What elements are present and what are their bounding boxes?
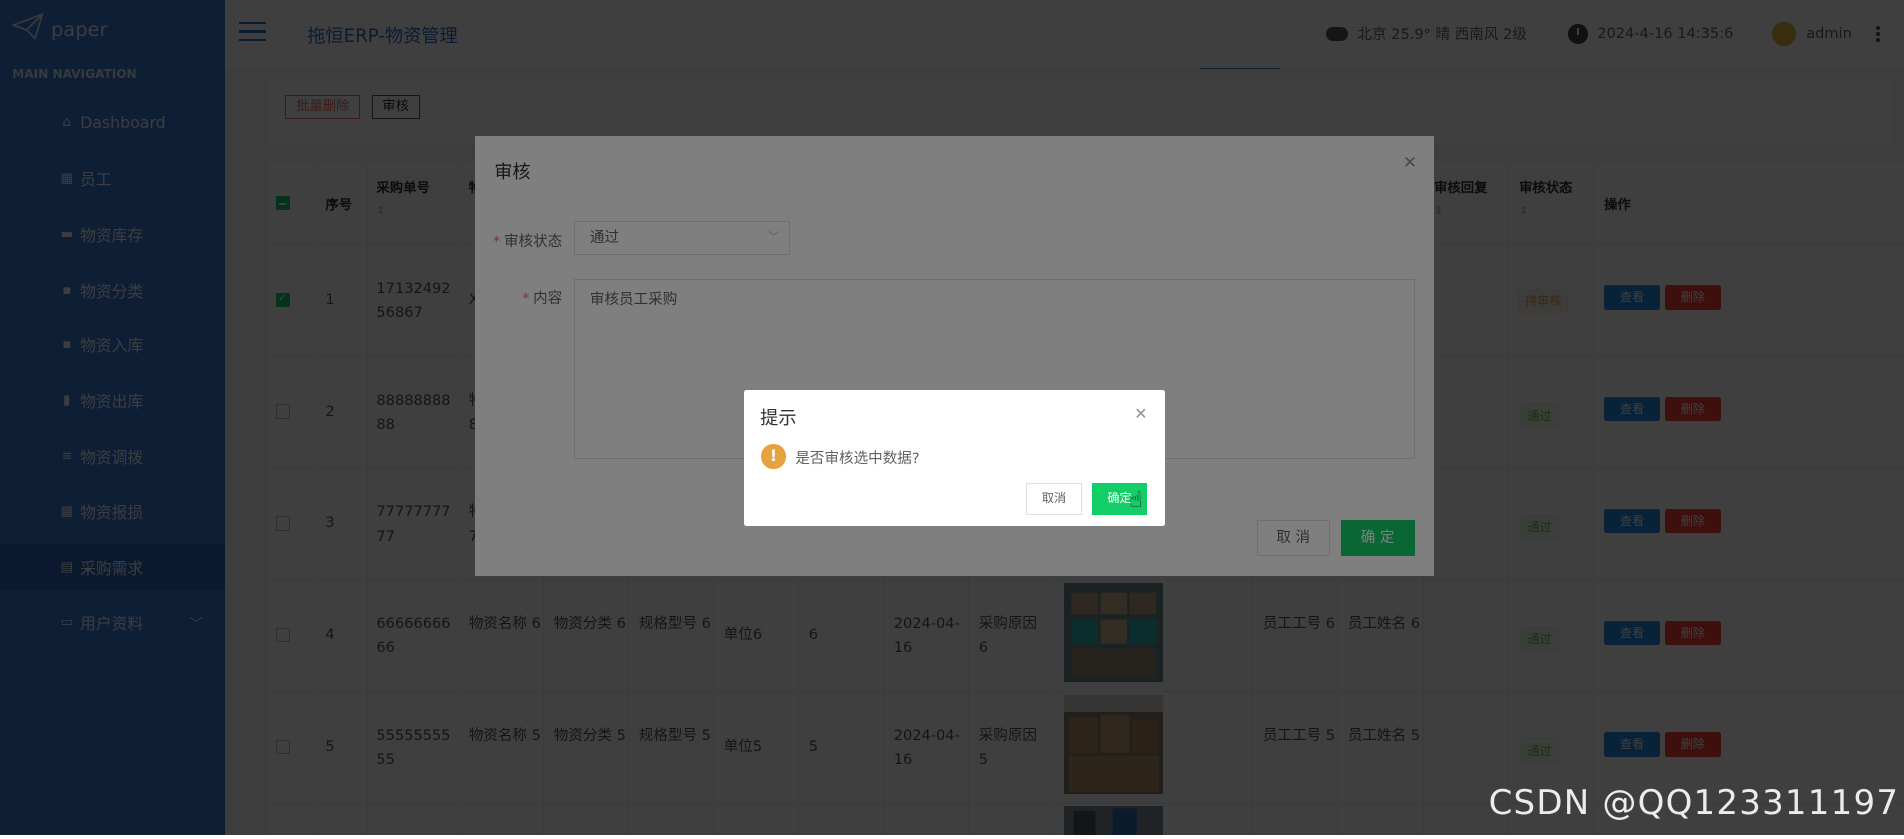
watermark: CSDN @QQ123311197 <box>1488 783 1900 824</box>
close-icon[interactable]: ✕ <box>1134 404 1147 423</box>
pointer-cursor-icon: ☝ <box>1129 488 1143 514</box>
messagebox-title: 提示 <box>760 408 797 430</box>
messagebox-message: 是否审核选中数据? <box>795 449 920 467</box>
messagebox-cancel-button[interactable]: 取消 <box>1026 483 1082 515</box>
confirm-messagebox: 提示 ✕ ! 是否审核选中数据? 取消 确定 <box>744 389 1165 526</box>
warning-icon: ! <box>761 444 786 469</box>
